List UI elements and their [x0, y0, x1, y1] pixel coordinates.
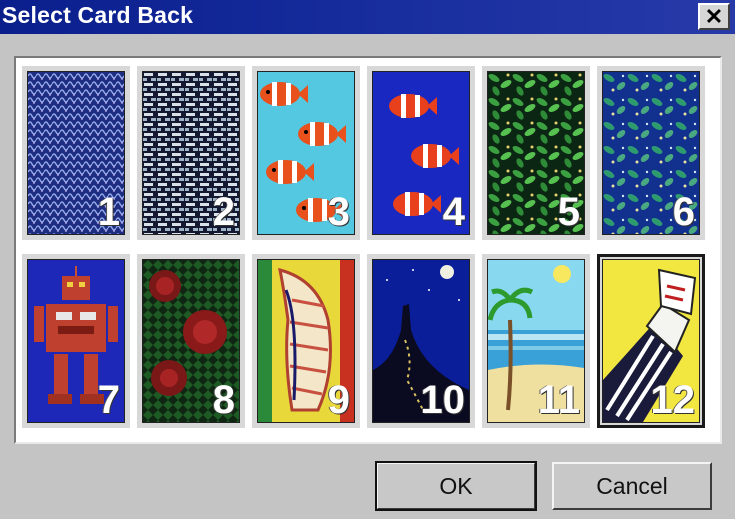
ok-button[interactable]: OK	[375, 461, 537, 511]
select-card-back-dialog: Select Card Back ✕ 1 2 3 4 5 6 7 8 9 10 …	[0, 0, 735, 519]
card-back-image: 12	[602, 259, 700, 423]
card-back-image: 5	[487, 71, 585, 235]
card-number: 2	[212, 190, 235, 234]
card-back-image: 9	[257, 259, 355, 423]
card-number: 4	[442, 190, 465, 234]
card-number: 11	[537, 378, 580, 422]
card-back-image: 8	[142, 259, 240, 423]
card-back-option[interactable]: 5	[482, 66, 590, 240]
card-back-option[interactable]: 11	[482, 254, 590, 428]
card-number: 10	[420, 378, 466, 422]
card-back-option[interactable]: 3	[252, 66, 360, 240]
card-back-option[interactable]: 6	[597, 66, 705, 240]
card-number: 3	[327, 190, 350, 234]
card-back-option[interactable]: 2	[137, 66, 245, 240]
card-back-option[interactable]: 7	[22, 254, 130, 428]
title-bar[interactable]: Select Card Back ✕	[0, 0, 735, 34]
card-number: 12	[650, 378, 696, 422]
card-number: 5	[557, 190, 580, 234]
card-back-image: 1	[27, 71, 125, 235]
card-number: 9	[327, 378, 350, 422]
card-back-option[interactable]: 8	[137, 254, 245, 428]
card-number: 7	[97, 378, 120, 422]
card-back-image: 2	[142, 71, 240, 235]
card-back-image: 11	[487, 259, 585, 423]
card-back-option[interactable]: 1	[22, 66, 130, 240]
card-number: 1	[97, 190, 120, 234]
card-back-image: 3	[257, 71, 355, 235]
card-back-image: 6	[602, 71, 700, 235]
close-button[interactable]: ✕	[698, 3, 730, 30]
card-back-grid: 1 2 3 4 5 6 7 8 9 10 11 12	[14, 56, 722, 444]
card-number: 6	[672, 190, 695, 234]
cancel-button[interactable]: Cancel	[552, 462, 712, 510]
dialog-title: Select Card Back	[2, 2, 194, 28]
card-number: 8	[212, 378, 235, 422]
card-back-image: 10	[372, 259, 470, 423]
close-icon: ✕	[704, 3, 724, 29]
card-back-option[interactable]: 4	[367, 66, 475, 240]
card-back-option[interactable]: 10	[367, 254, 475, 428]
card-back-image: 7	[27, 259, 125, 423]
card-back-option[interactable]: 9	[252, 254, 360, 428]
card-back-option[interactable]: 12	[597, 254, 705, 428]
card-back-image: 4	[372, 71, 470, 235]
